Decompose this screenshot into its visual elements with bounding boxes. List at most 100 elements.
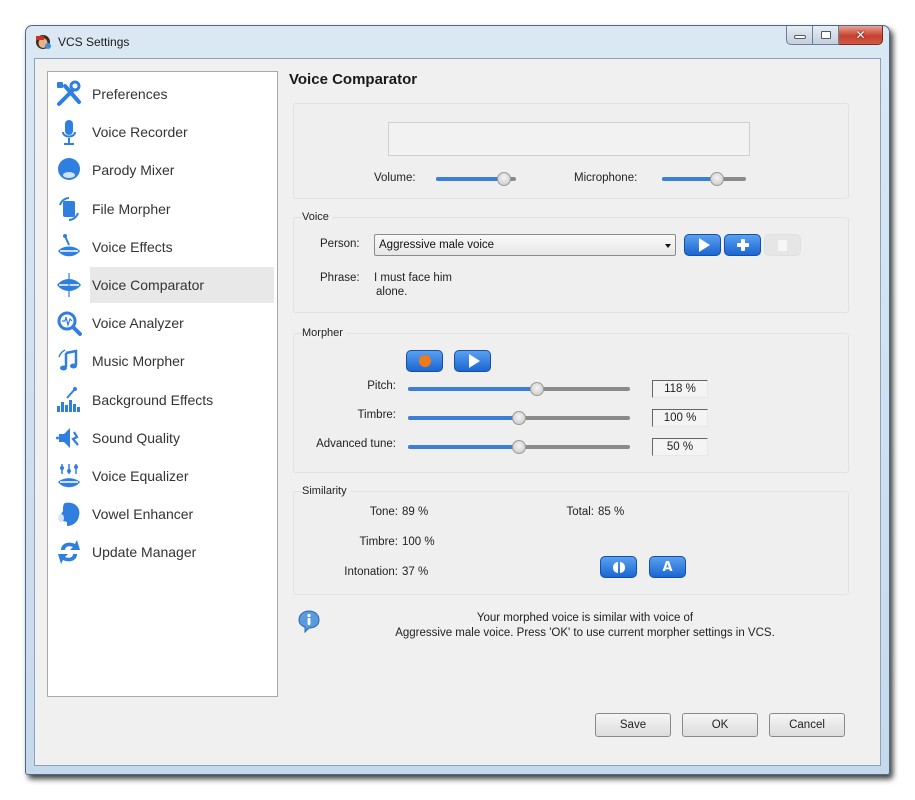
sidebar-item-label: Background Effects [92, 391, 214, 408]
tools-icon [54, 79, 84, 109]
timbre-slider[interactable] [408, 411, 630, 425]
sidebar-item-vowel-enhancer[interactable]: Vowel Enhancer [54, 496, 274, 532]
pitch-label: Pitch: [367, 380, 396, 392]
magnifier-wave-icon [54, 308, 84, 338]
equalizer-wand-icon [54, 385, 84, 415]
close-button[interactable]: ✕ [839, 26, 883, 45]
info-message: Your morphed voice is similar with voice… [335, 611, 835, 641]
play-morphed-button[interactable] [454, 350, 491, 372]
minimize-icon [793, 35, 806, 39]
sidebar-item-voice-equalizer[interactable]: Voice Equalizer [54, 458, 274, 494]
sidebar-item-music-morpher[interactable]: Music Morpher [54, 343, 274, 379]
sidebar-item-update-manager[interactable]: Update Manager [54, 534, 274, 570]
vcs-settings-window: VCS Settings ✕ Preferences Voice Recorder… [25, 25, 890, 775]
advanced-tune-slider-fill [408, 445, 519, 449]
window-title: VCS Settings [58, 35, 130, 49]
sidebar-item-label: Parody Mixer [92, 162, 175, 179]
title-bar[interactable]: VCS Settings ✕ [26, 26, 889, 58]
page-title: Voice Comparator [289, 71, 418, 88]
morpher-group: Morpher Pitch: 118 % Timbre: 100 % Advance… [293, 327, 849, 473]
pitch-slider-thumb[interactable] [529, 382, 544, 396]
sidebar-item-background-effects[interactable]: Background Effects [54, 382, 274, 418]
sidebar-item-label: Voice Analyzer [92, 315, 184, 332]
minimize-button[interactable] [786, 26, 813, 45]
sidebar-item-label: Preferences [92, 86, 168, 102]
info-icon [298, 610, 320, 633]
play-icon [698, 238, 710, 252]
microphone-icon [54, 117, 84, 147]
lips-sliders-icon [54, 461, 84, 491]
update-arrows-icon [54, 537, 84, 567]
microphone-label: Microphone: [574, 172, 638, 184]
volume-slider-fill [436, 177, 504, 181]
sidebar-item-file-morpher[interactable]: File Morpher [54, 191, 274, 227]
parody-mask-icon [54, 155, 84, 185]
person-select-value: Aggressive male voice [379, 239, 495, 251]
sidebar-item-parody-mixer[interactable]: Parody Mixer [54, 152, 274, 188]
plus-icon [736, 239, 749, 251]
tone-label: Tone: [369, 506, 398, 518]
sidebar-item-voice-analyzer[interactable]: Voice Analyzer [54, 305, 274, 341]
timbre-slider-thumb[interactable] [512, 411, 526, 425]
phrase-label: Phrase: [320, 272, 360, 284]
sidebar-item-voice-comparator[interactable]: Voice Comparator [57, 267, 274, 303]
sidebar-item-label: Voice Comparator [92, 277, 205, 293]
timbre-similarity-label: Timbre: [359, 536, 398, 548]
info-message-line2: Aggressive male voice. Press 'OK' to use… [395, 627, 775, 639]
advanced-tune-slider[interactable] [408, 440, 630, 454]
add-voice-button[interactable] [724, 234, 761, 256]
pitch-value[interactable]: 118 % [652, 380, 708, 398]
sidebar-item-label: Voice Equalizer [92, 468, 189, 484]
sidebar-item-voice-recorder[interactable]: Voice Recorder [54, 114, 274, 150]
play-icon [468, 354, 480, 368]
maximize-icon [820, 31, 831, 39]
sidebar-item-label: Update Manager [92, 544, 197, 561]
total-value: 85 % [598, 506, 625, 518]
volume-slider[interactable] [436, 172, 516, 186]
lips-compare-icon [54, 270, 84, 300]
microphone-slider[interactable] [662, 172, 746, 186]
morpher-group-label: Morpher [302, 327, 346, 339]
auto-adjust-button[interactable]: A [649, 556, 686, 578]
sidebar-item-label: Voice Effects [92, 238, 173, 255]
maximize-button[interactable] [813, 26, 839, 45]
timbre-value[interactable]: 100 % [652, 409, 708, 427]
play-voice-button[interactable] [684, 234, 721, 256]
similarity-group-label: Similarity [302, 485, 350, 497]
info-message-line1: Your morphed voice is similar with voice… [476, 612, 694, 624]
record-button[interactable] [406, 350, 443, 372]
sidebar-item-preferences[interactable]: Preferences [54, 76, 274, 112]
similarity-group: Similarity Tone: 89 % Timbre: 100 % Into… [293, 485, 849, 595]
advanced-tune-slider-thumb[interactable] [512, 440, 526, 454]
sidebar-item-label: Music Morpher [92, 353, 185, 370]
phrase-text-line2: alone. [376, 286, 408, 298]
head-profile-icon [54, 499, 84, 529]
intonation-label: Intonation: [344, 566, 398, 578]
pitch-slider[interactable] [408, 382, 630, 396]
person-select[interactable]: Aggressive male voice [374, 234, 676, 256]
save-button[interactable]: Save [595, 713, 671, 737]
phrase-text-line1: I must face him [374, 272, 452, 284]
cancel-button[interactable]: Cancel [769, 713, 845, 737]
auto-adjust-icon: A [662, 559, 673, 575]
sidebar-item-label: File Morpher [92, 200, 171, 217]
microphone-slider-thumb[interactable] [709, 172, 724, 186]
microphone-slider-fill [662, 177, 717, 181]
compare-button[interactable] [600, 556, 637, 578]
pitch-slider-fill [408, 387, 537, 391]
speaker-icon [54, 423, 84, 453]
music-note-icon [54, 346, 84, 376]
timbre-label: Timbre: [357, 409, 396, 421]
ok-button[interactable]: OK [682, 713, 758, 737]
timbre-slider-fill [408, 416, 519, 420]
tone-value: 89 % [402, 506, 429, 518]
sidebar-item-label: Sound Quality [92, 429, 180, 446]
window-controls: ✕ [786, 26, 883, 46]
volume-slider-thumb[interactable] [497, 172, 511, 186]
advanced-tune-value[interactable]: 50 % [652, 438, 708, 456]
sidebar-item-voice-effects[interactable]: Voice Effects [54, 229, 274, 265]
dialog-client: Preferences Voice Recorder Parody Mixer Fil… [34, 58, 881, 766]
delete-voice-button[interactable] [764, 234, 801, 256]
levels-group: Volume: Microphone: [293, 103, 849, 199]
sidebar-item-sound-quality[interactable]: Sound Quality [54, 420, 274, 456]
